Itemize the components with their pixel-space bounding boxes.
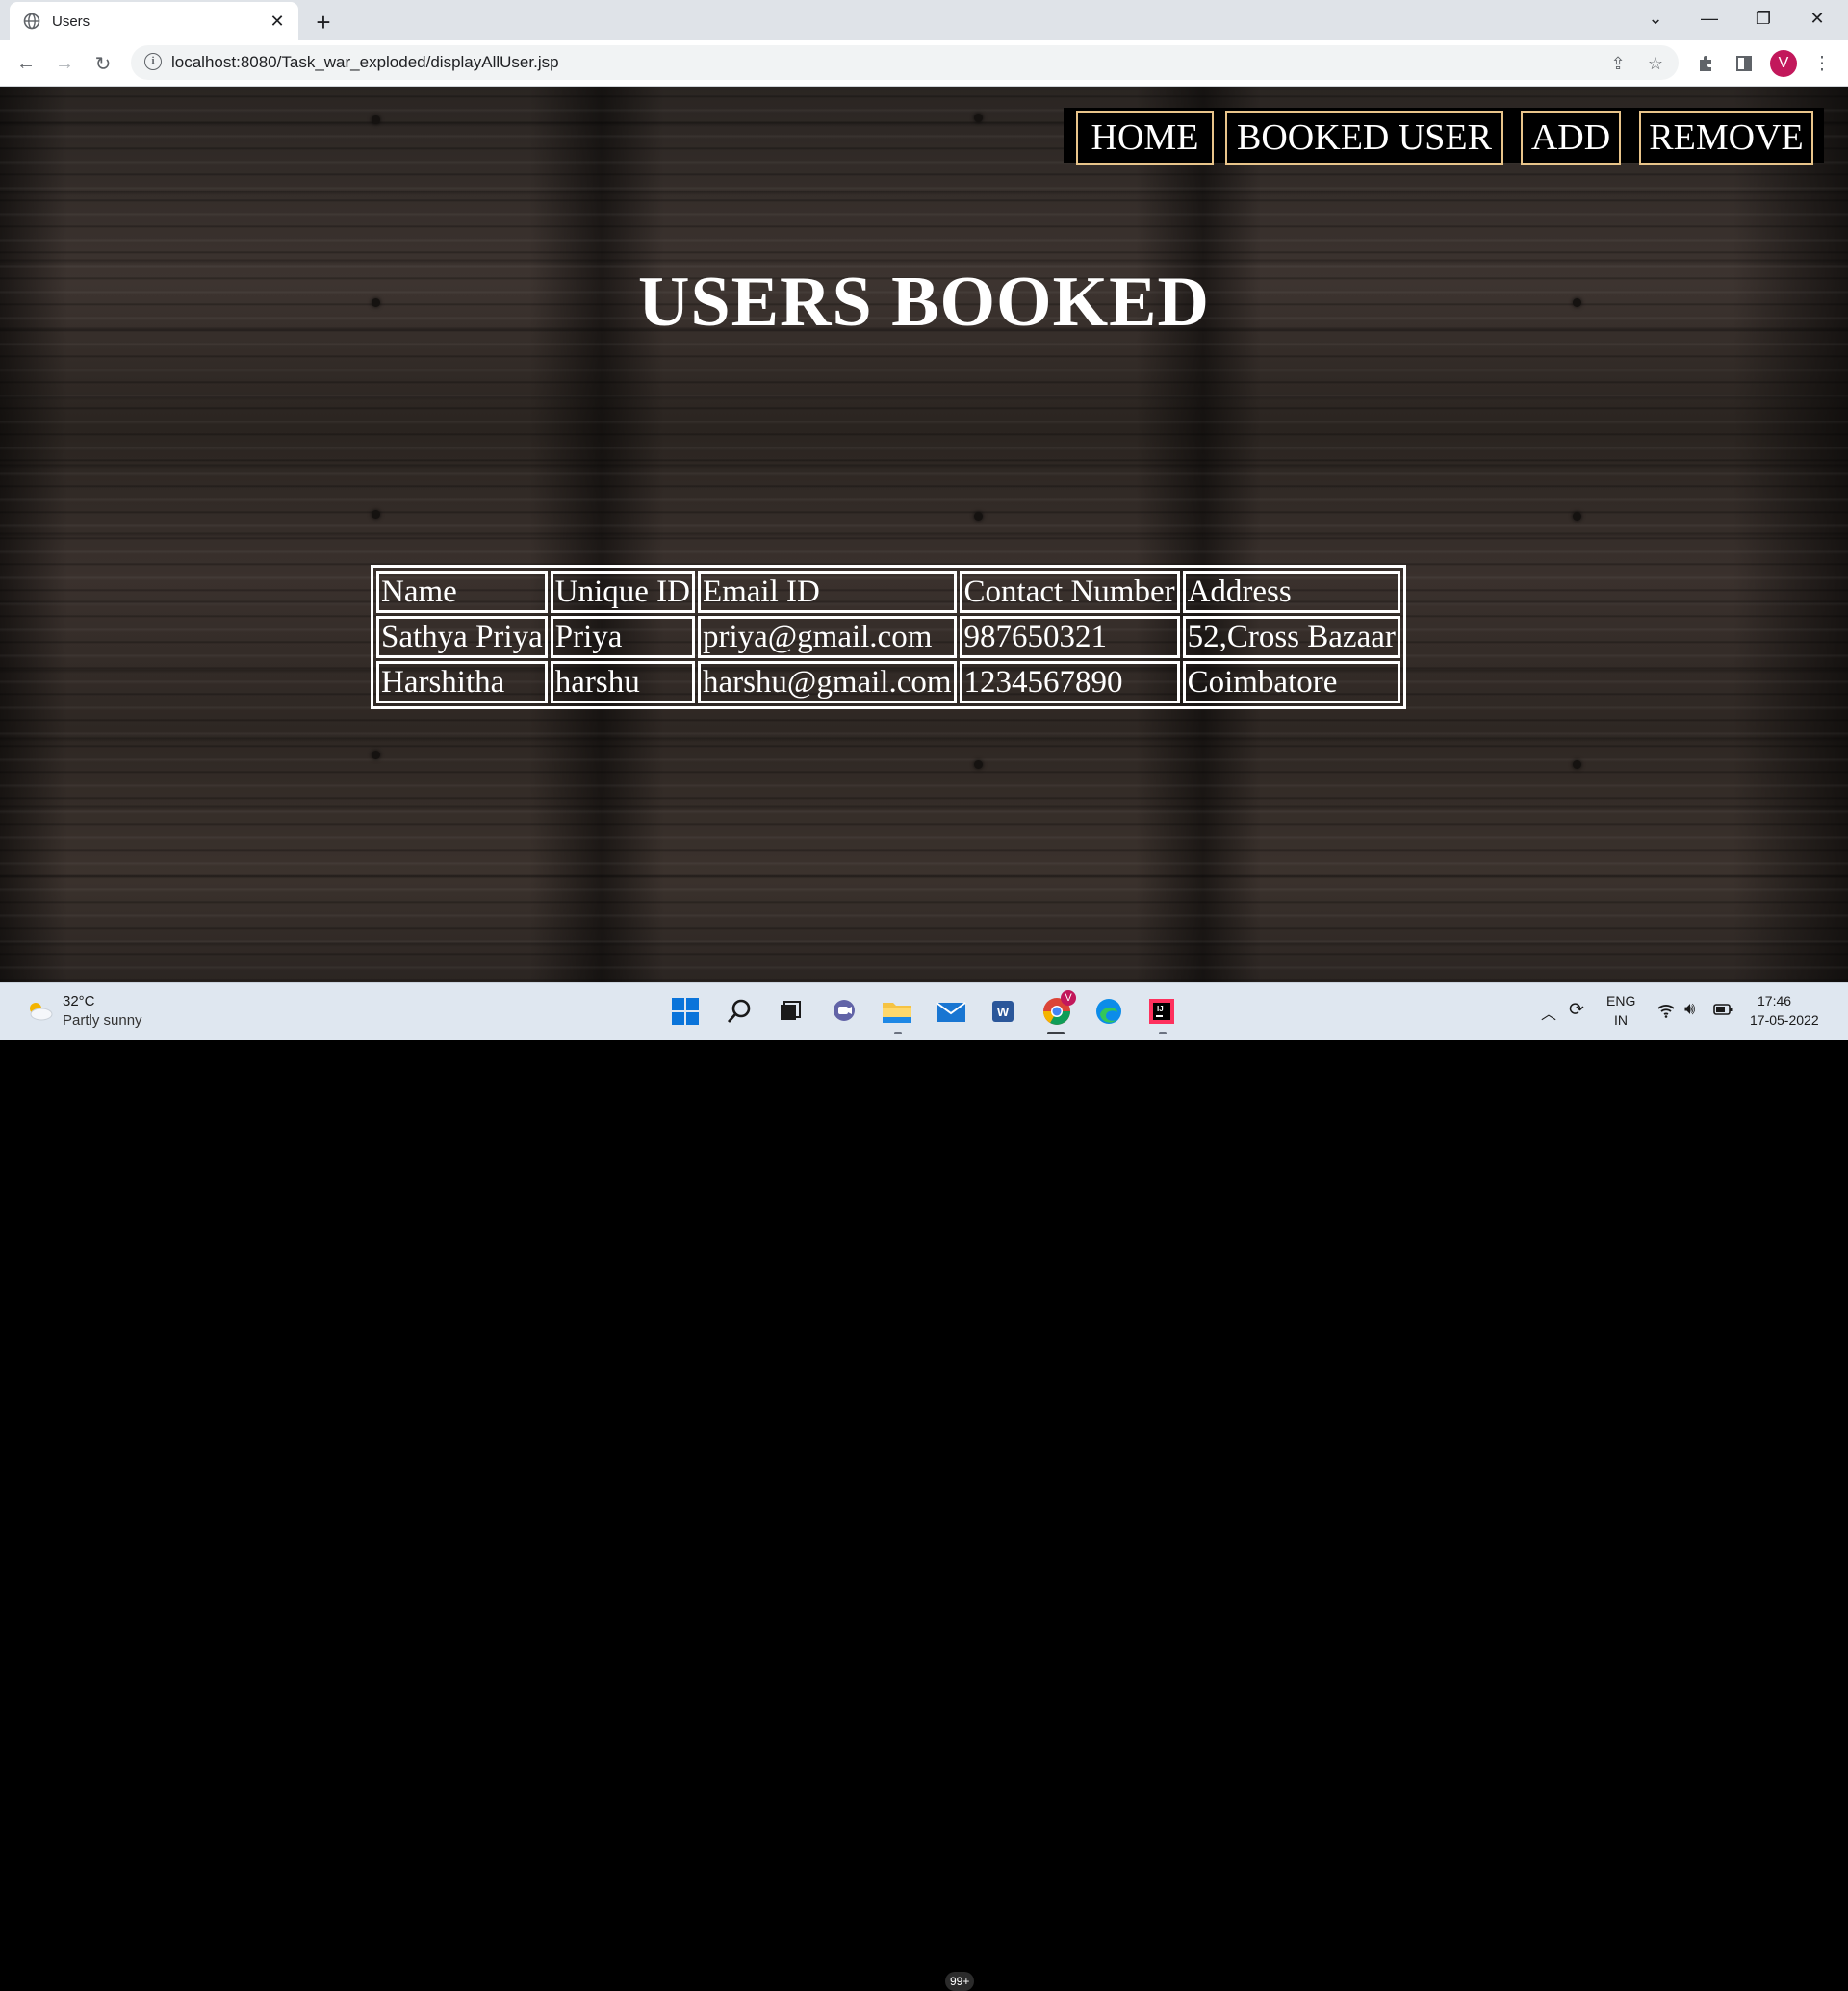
running-indicator <box>1159 1032 1167 1034</box>
wood-nail-decoration <box>372 510 380 519</box>
profile-avatar[interactable]: V <box>1770 50 1797 77</box>
input-region[interactable]: IN <box>1614 1012 1628 1028</box>
clock-time[interactable]: 17:46 <box>1758 993 1791 1008</box>
close-tab-icon[interactable]: ✕ <box>264 8 291 35</box>
svg-text:W: W <box>997 1005 1010 1019</box>
browser-tab[interactable]: Users ✕ <box>10 2 298 40</box>
mail-badge: 99+ <box>945 1972 975 1991</box>
intellij-idea-icon[interactable]: IJ <box>1144 994 1179 1029</box>
start-windows-icon[interactable] <box>668 994 703 1029</box>
url-text[interactable]: localhost:8080/Task_war_exploded/display… <box>171 53 559 72</box>
nav-add-link[interactable]: ADD <box>1521 111 1621 165</box>
table-row: Harshitha harshu harshu@gmail.com 123456… <box>376 661 1400 703</box>
wood-nail-decoration <box>974 760 983 769</box>
restore-button[interactable]: ❐ <box>1736 0 1790 37</box>
header-email-id: Email ID <box>697 571 957 613</box>
table-row: Sathya Priya Priya priya@gmail.com 98765… <box>376 616 1400 658</box>
share-icon[interactable]: ⇪ <box>1605 51 1630 76</box>
cell-email: harshu@gmail.com <box>697 661 957 703</box>
wood-nail-decoration <box>372 115 380 124</box>
windows-taskbar: 32°C Partly sunny 99+ W V IJ ︿ ⟳ ENG IN <box>0 982 1848 1991</box>
search-icon[interactable] <box>722 994 757 1029</box>
battery-icon[interactable] <box>1713 1004 1732 1015</box>
nav-booked-user-link[interactable]: BOOKED USER <box>1225 111 1503 165</box>
task-view-icon[interactable] <box>773 994 808 1029</box>
wifi-icon[interactable] <box>1656 1003 1676 1018</box>
header-contact-number: Contact Number <box>959 571 1180 613</box>
site-info-icon[interactable]: i <box>144 53 162 70</box>
wood-nail-decoration <box>372 751 380 759</box>
file-explorer-icon[interactable] <box>880 994 914 1029</box>
word-icon[interactable]: W <box>986 994 1020 1029</box>
wood-nail-decoration <box>1573 760 1581 769</box>
wood-nail-decoration <box>974 114 983 122</box>
cell-email: priya@gmail.com <box>697 616 957 658</box>
teams-chat-icon[interactable] <box>827 994 861 1029</box>
cell-name: Sathya Priya <box>376 616 548 658</box>
clock-date[interactable]: 17-05-2022 <box>1750 1012 1819 1028</box>
nav-home-link[interactable]: HOME <box>1076 111 1214 165</box>
weather-description[interactable]: Partly sunny <box>63 1012 142 1029</box>
address-bar[interactable]: i localhost:8080/Task_war_exploded/displ… <box>131 45 1679 80</box>
chrome-profile-badge: V <box>1061 990 1076 1006</box>
cell-name: Harshitha <box>376 661 548 703</box>
site-navigation: HOME BOOKED USER ADD REMOVE <box>1064 108 1824 165</box>
page-viewport: HOME BOOKED USER ADD REMOVE USERS BOOKED… <box>0 87 1848 982</box>
users-table: Name Unique ID Email ID Contact Number A… <box>371 565 1406 709</box>
minimize-button[interactable]: — <box>1682 0 1736 37</box>
bookmark-star-icon[interactable]: ☆ <box>1643 51 1668 76</box>
close-window-button[interactable]: ✕ <box>1790 0 1844 37</box>
cell-unique-id: harshu <box>550 661 695 703</box>
partly-sunny-icon[interactable] <box>25 1000 54 1021</box>
reload-icon[interactable]: ↻ <box>88 48 118 79</box>
header-name: Name <box>376 571 548 613</box>
svg-text:IJ: IJ <box>1157 1005 1164 1013</box>
extensions-puzzle-icon[interactable] <box>1690 48 1721 79</box>
running-indicator <box>894 1032 902 1034</box>
header-address: Address <box>1182 571 1400 613</box>
wood-nail-decoration <box>1573 512 1581 521</box>
sync-icon[interactable]: ⟳ <box>1569 999 1584 1021</box>
side-panel-icon[interactable] <box>1729 48 1759 79</box>
new-tab-button[interactable]: + <box>306 6 341 38</box>
edge-icon[interactable] <box>1091 994 1126 1029</box>
browser-toolbar: ← → ↻ i localhost:8080/Task_war_exploded… <box>0 40 1848 87</box>
active-indicator <box>1047 1032 1065 1034</box>
tab-strip: Users ✕ + ⌄ — ❐ ✕ <box>0 0 1848 40</box>
cell-contact: 1234567890 <box>959 661 1180 703</box>
page-title: USERS BOOKED <box>638 263 1210 342</box>
cell-unique-id: Priya <box>550 616 695 658</box>
chevron-up-icon[interactable]: ︿ <box>1541 1001 1556 1024</box>
back-arrow-icon[interactable]: ← <box>11 48 41 79</box>
globe-icon <box>23 13 40 30</box>
cell-address: 52,Cross Bazaar <box>1182 616 1400 658</box>
cell-address: Coimbatore <box>1182 661 1400 703</box>
forward-arrow-icon[interactable]: → <box>49 48 80 79</box>
input-language[interactable]: ENG <box>1606 993 1635 1008</box>
weather-temperature[interactable]: 32°C <box>63 993 95 1009</box>
nav-remove-link[interactable]: REMOVE <box>1639 111 1813 165</box>
tab-search-icon[interactable]: ⌄ <box>1629 0 1682 37</box>
mail-icon[interactable] <box>934 994 968 1029</box>
header-unique-id: Unique ID <box>550 571 695 613</box>
menu-kebab-icon[interactable]: ⋮ <box>1807 48 1837 79</box>
table-header-row: Name Unique ID Email ID Contact Number A… <box>376 571 1400 613</box>
tab-title: Users <box>52 13 90 30</box>
cell-contact: 987650321 <box>959 616 1180 658</box>
wood-nail-decoration <box>974 512 983 521</box>
volume-icon[interactable]: 🔊︎ <box>1684 999 1695 1019</box>
